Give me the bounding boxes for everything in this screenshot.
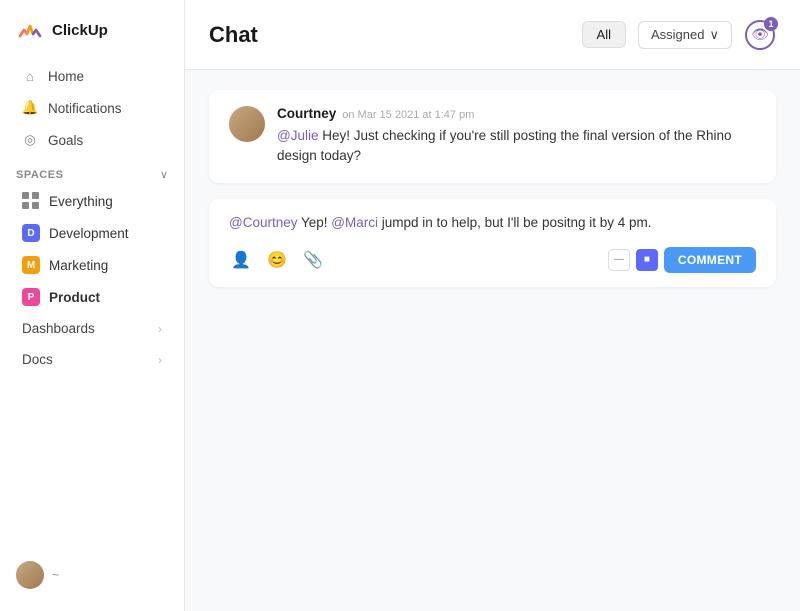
reply-content-1: Yep! bbox=[301, 215, 331, 230]
message-author: Courtney bbox=[277, 106, 336, 121]
nav-goals[interactable]: ◎ Goals bbox=[6, 125, 178, 155]
chevron-down-icon: ∨ bbox=[709, 27, 719, 43]
nav-home[interactable]: ⌂ Home bbox=[6, 61, 178, 91]
user-icon[interactable]: 👤 bbox=[229, 248, 253, 272]
reply-tools-right: — ■ COMMENT bbox=[608, 247, 756, 273]
main-content: Chat All Assigned ∨ 👁 1 Courtney bbox=[185, 0, 800, 611]
sidebar: ClickUp ⌂ Home 🔔 Notifications ◎ Goals S… bbox=[0, 0, 185, 611]
nav-home-label: Home bbox=[48, 69, 84, 84]
assigned-label: Assigned bbox=[651, 27, 704, 42]
sidebar-item-everything[interactable]: Everything bbox=[6, 186, 178, 216]
spaces-label: Spaces bbox=[16, 169, 63, 181]
topbar: Chat All Assigned ∨ 👁 1 bbox=[185, 0, 800, 70]
sidebar-item-development[interactable]: D Development bbox=[6, 218, 178, 248]
mini-button-1[interactable]: — bbox=[608, 249, 630, 271]
sidebar-item-dashboards[interactable]: Dashboards › bbox=[6, 314, 178, 343]
message-time: on Mar 15 2021 at 1:47 pm bbox=[342, 109, 474, 121]
development-badge: D bbox=[22, 224, 40, 242]
avatar bbox=[229, 106, 265, 142]
product-badge: P bbox=[22, 288, 40, 306]
chevron-right-icon: › bbox=[158, 353, 162, 367]
sidebar-item-marketing-label: Marketing bbox=[49, 258, 108, 273]
user-menu-dot: ~ bbox=[52, 568, 59, 582]
attachment-icon[interactable]: 📎 bbox=[301, 248, 325, 272]
reply-card: @Courtney Yep! @Marci jumpd in to help, … bbox=[209, 199, 776, 287]
nav-notifications[interactable]: 🔔 Notifications bbox=[6, 93, 178, 123]
emoji-icon[interactable]: 😊 bbox=[265, 248, 289, 272]
eye-badge-container[interactable]: 👁 1 bbox=[744, 19, 776, 51]
nav-goals-label: Goals bbox=[48, 133, 83, 148]
sidebar-item-development-label: Development bbox=[49, 226, 129, 241]
nav-notifications-label: Notifications bbox=[48, 101, 122, 116]
avatar bbox=[16, 561, 44, 589]
mention-marci: @Marci bbox=[331, 215, 378, 230]
sidebar-item-product-label: Product bbox=[49, 290, 100, 305]
home-icon: ⌂ bbox=[22, 68, 38, 84]
sidebar-item-marketing[interactable]: M Marketing bbox=[6, 250, 178, 280]
bell-icon: 🔔 bbox=[22, 100, 38, 116]
topbar-actions: All Assigned ∨ 👁 1 bbox=[582, 19, 776, 51]
message-text: @Julie Hey! Just checking if you're stil… bbox=[277, 126, 756, 167]
reply-tools-left: 👤 😊 📎 bbox=[229, 248, 325, 272]
reply-content-2: jumpd in to help, but I'll be positng it… bbox=[382, 215, 652, 230]
user-profile[interactable]: ~ bbox=[0, 551, 184, 599]
message-header: Courtney on Mar 15 2021 at 1:47 pm @Juli… bbox=[229, 106, 756, 167]
sidebar-item-docs[interactable]: Docs › bbox=[6, 345, 178, 374]
marketing-badge: M bbox=[22, 256, 40, 274]
message-card: Courtney on Mar 15 2021 at 1:47 pm @Juli… bbox=[209, 90, 776, 183]
chat-area: Courtney on Mar 15 2021 at 1:47 pm @Juli… bbox=[185, 70, 800, 611]
sidebar-item-product[interactable]: P Product bbox=[6, 282, 178, 312]
spaces-header: Spaces ∨ bbox=[0, 156, 184, 185]
comment-button[interactable]: COMMENT bbox=[664, 247, 756, 273]
logo[interactable]: ClickUp bbox=[0, 12, 184, 60]
docs-label: Docs bbox=[22, 352, 53, 367]
chevron-down-icon[interactable]: ∨ bbox=[160, 168, 168, 181]
dashboards-label: Dashboards bbox=[22, 321, 95, 336]
trophy-icon: ◎ bbox=[22, 132, 38, 148]
page-title: Chat bbox=[209, 22, 258, 48]
sidebar-item-everything-label: Everything bbox=[49, 194, 113, 209]
filter-all-button[interactable]: All bbox=[582, 21, 626, 48]
mention-julie: @Julie bbox=[277, 128, 318, 143]
app-name: ClickUp bbox=[52, 22, 108, 39]
mini-button-2[interactable]: ■ bbox=[636, 249, 658, 271]
message-content: Hey! Just checking if you're still posti… bbox=[277, 128, 732, 163]
chevron-right-icon: › bbox=[158, 322, 162, 336]
filter-assigned-button[interactable]: Assigned ∨ bbox=[638, 21, 732, 49]
reply-toolbar: 👤 😊 📎 — ■ COMMENT bbox=[229, 247, 756, 273]
reply-text: @Courtney Yep! @Marci jumpd in to help, … bbox=[229, 213, 756, 233]
badge-count: 1 bbox=[764, 17, 778, 31]
mention-courtney: @Courtney bbox=[229, 215, 297, 230]
clickup-logo-icon bbox=[16, 16, 44, 44]
message-body: Courtney on Mar 15 2021 at 1:47 pm @Juli… bbox=[277, 106, 756, 167]
message-meta: Courtney on Mar 15 2021 at 1:47 pm bbox=[277, 106, 756, 121]
grid-icon bbox=[22, 192, 40, 210]
